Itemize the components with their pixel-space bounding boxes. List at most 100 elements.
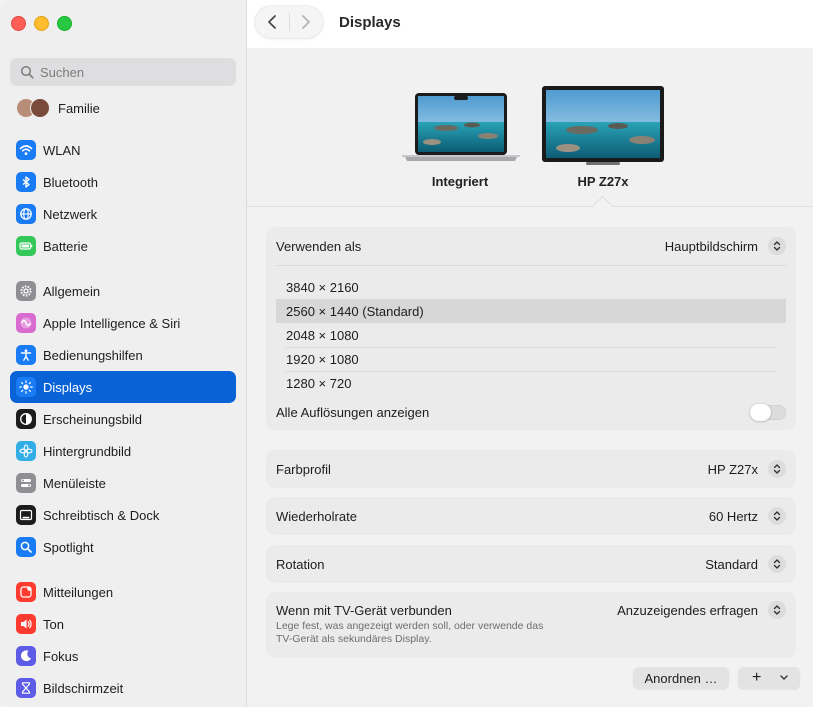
zoom-window-button[interactable] <box>57 16 72 31</box>
sidebar-item-spotlight[interactable]: Spotlight <box>10 531 236 563</box>
resolution-option[interactable]: 2560 × 1440 (Standard) <box>276 299 786 323</box>
use-as-value: Hauptbildschirm <box>664 238 758 254</box>
sidebar-item-netzwerk[interactable]: Netzwerk <box>10 198 236 230</box>
laptop-icon <box>402 93 520 161</box>
minimize-window-button[interactable] <box>34 16 49 31</box>
back-button[interactable] <box>255 6 289 38</box>
settings-window: Familie WLAN Bluetooth Netzwerk Batterie All… <box>0 0 813 707</box>
sidebar-item-bedienungshilfen[interactable]: Bedienungshilfen <box>10 339 236 371</box>
add-display-button[interactable]: + <box>738 667 800 689</box>
color-profile-popup[interactable] <box>768 460 786 478</box>
sidebar-item-ton[interactable]: Ton <box>10 608 236 640</box>
window-controls <box>11 16 72 31</box>
hourglass-icon <box>16 678 36 698</box>
sidebar-item-apple-intelligence-siri[interactable]: Apple Intelligence & Siri <box>10 307 236 339</box>
search-input[interactable] <box>40 64 220 80</box>
sidebar-item-fokus[interactable]: Fokus <box>10 640 236 672</box>
display-settings: Verwenden als Hauptbildschirm 3840 × 216… <box>247 207 813 707</box>
sidebar-item-label: Netzwerk <box>43 206 98 222</box>
sidebar-item-bildschirmzeit[interactable]: Bildschirmzeit <box>10 672 236 704</box>
sidebar-item-bluetooth[interactable]: Bluetooth <box>10 166 236 198</box>
updown-chevron-icon <box>773 605 781 615</box>
toolbar: Displays <box>247 0 813 48</box>
sidebar-item-wlan[interactable]: WLAN <box>10 134 236 166</box>
plus-icon: + <box>752 669 762 686</box>
globe-icon <box>16 204 36 224</box>
display-builtin[interactable] <box>402 92 520 167</box>
sidebar-item-allgemein[interactable]: Allgemein <box>10 275 236 307</box>
sidebar-item-erscheinungsbild[interactable]: Erscheinungsbild <box>10 403 236 435</box>
rotation-card: Rotation Standard <box>266 545 796 583</box>
use-as-popup[interactable] <box>768 237 786 255</box>
use-as-label: Verwenden als <box>276 238 362 254</box>
color-profile-row[interactable]: Farbprofil HP Z27x <box>266 450 796 488</box>
resolution-option[interactable]: 2048 × 1080 <box>276 323 786 347</box>
sidebar-item-label: Bildschirmzeit <box>43 680 124 696</box>
resolution-option[interactable]: 1920 × 1080 <box>276 347 786 371</box>
sidebar-item-label: Schreibtisch & Dock <box>43 507 160 523</box>
refresh-rate-row[interactable]: Wiederholrate 60 Hertz <box>266 497 796 535</box>
resolution-option[interactable]: 1280 × 720 <box>276 371 786 395</box>
speaker-icon <box>16 614 36 634</box>
sidebar-item-label: Bluetooth <box>43 174 98 190</box>
rotation-row[interactable]: Rotation Standard <box>266 545 796 583</box>
updown-chevron-icon <box>773 464 781 474</box>
sidebar-item-menüleiste[interactable]: Menüleiste <box>10 467 236 499</box>
search-field[interactable] <box>10 58 236 86</box>
refresh-rate-popup[interactable] <box>768 507 786 525</box>
search-icon <box>20 65 34 79</box>
resolution-option[interactable]: 3840 × 2160 <box>276 275 786 299</box>
sidebar-item-schreibtisch-dock[interactable]: Schreibtisch & Dock <box>10 499 236 531</box>
monitor-icon <box>542 86 664 165</box>
refresh-rate-label: Wiederholrate <box>276 508 357 524</box>
arrange-button[interactable]: Anordnen … <box>633 667 729 689</box>
sidebar-item-label: WLAN <box>43 142 81 158</box>
menubar-icon <box>16 473 36 493</box>
tv-popup[interactable] <box>768 601 786 619</box>
sidebar-item-displays[interactable]: Displays <box>10 371 236 403</box>
close-window-button[interactable] <box>11 16 26 31</box>
use-as-row[interactable]: Verwenden als Hauptbildschirm <box>266 227 796 265</box>
sidebar-item-label: Ton <box>43 616 64 632</box>
sidebar-item-label: Displays <box>43 379 93 395</box>
sidebar-item-hintergrundbild[interactable]: Hintergrundbild <box>10 435 236 467</box>
bell-icon <box>16 582 36 602</box>
updown-chevron-icon <box>773 511 781 521</box>
tv-row[interactable]: Wenn mit TV-Gerät verbunden Anzuzeigende… <box>266 600 796 620</box>
display-builtin-label: Integriert <box>431 174 489 189</box>
sidebar-item-mitteilungen[interactable]: Mitteilungen <box>10 576 236 608</box>
forward-button[interactable] <box>289 6 323 38</box>
tv-label: Wenn mit TV-Gerät verbunden <box>276 602 452 618</box>
rotation-popup[interactable] <box>768 555 786 573</box>
display-external-label: HP Z27x <box>577 174 629 189</box>
accessibility-icon <box>16 345 36 365</box>
rotation-value: Standard <box>705 556 758 572</box>
tv-description: Lege fest, was angezeigt werden soll, od… <box>276 620 543 646</box>
page-title: Displays <box>339 14 401 31</box>
sidebar-item-label: Bedienungshilfen <box>43 347 143 363</box>
rotation-label: Rotation <box>276 556 325 572</box>
show-all-toggle[interactable] <box>750 403 786 421</box>
color-profile-label: Farbprofil <box>276 461 331 477</box>
gear-icon <box>16 281 36 301</box>
dock-icon <box>16 505 36 525</box>
show-all-row: Alle Auflösungen anzeigen <box>266 397 796 427</box>
sidebar-item-label: Hintergrundbild <box>43 443 132 459</box>
tv-description-line: TV-Gerät als sekundäres Display. <box>276 633 432 645</box>
sidebar-item-batterie[interactable]: Batterie <box>10 230 236 262</box>
updown-chevron-icon <box>773 559 781 569</box>
sidebar-item-label: Mitteilungen <box>43 584 114 600</box>
sidebar-item-label: Erscheinungsbild <box>43 411 143 427</box>
tv-card: Wenn mit TV-Gerät verbunden Anzuzeigende… <box>266 592 796 658</box>
family-avatars <box>16 98 50 118</box>
refresh-rate-value: 60 Hertz <box>708 508 758 524</box>
sidebar: Familie WLAN Bluetooth Netzwerk Batterie All… <box>0 0 247 707</box>
sun-icon <box>16 377 36 397</box>
chevron-right-icon <box>302 15 311 29</box>
sidebar-item-label: Apple Intelligence & Siri <box>43 315 181 331</box>
sidebar-item-label: Batterie <box>43 238 88 254</box>
display-external[interactable] <box>542 86 664 169</box>
resolution-card: Verwenden als Hauptbildschirm 3840 × 216… <box>266 227 796 430</box>
moon-icon <box>16 646 36 666</box>
sidebar-item-family[interactable]: Familie <box>10 92 236 124</box>
